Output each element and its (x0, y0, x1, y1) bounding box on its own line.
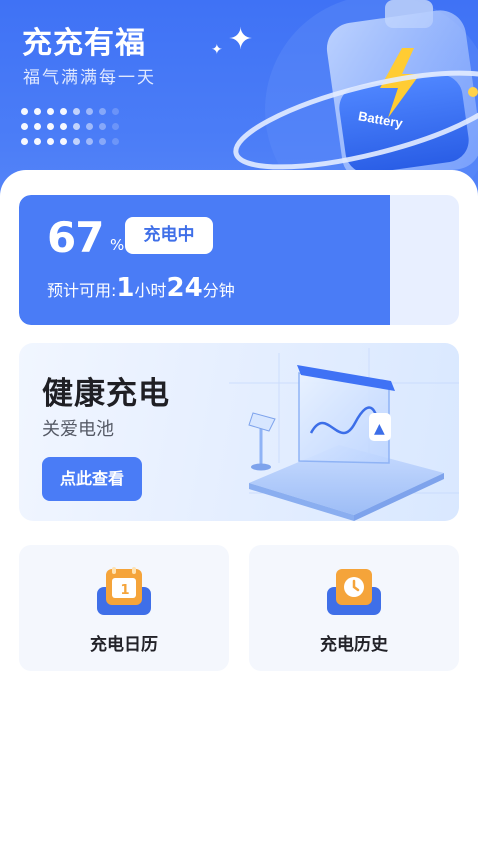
battery-percent-unit: % (110, 236, 125, 254)
remaining-minutes-unit: 分钟 (202, 281, 235, 300)
clock-icon (327, 569, 381, 615)
calendar-icon-day: 1 (121, 583, 130, 598)
charging-history-label: 充电历史 (320, 635, 388, 655)
view-details-button[interactable]: 点此查看 (42, 457, 142, 501)
remaining-time-label: 预计可用: (47, 281, 117, 300)
sparkle-small-icon: ✦ (211, 42, 223, 58)
remaining-minutes: 24 (166, 273, 203, 303)
charging-calendar-label: 充电日历 (90, 635, 158, 655)
remaining-hours-unit: 小时 (134, 281, 167, 300)
charging-status-badge: 充电中 (125, 217, 213, 254)
battery-illustration: Battery (233, 0, 478, 190)
remaining-time: 预计可用: 1 小时 24 分钟 (47, 273, 235, 303)
battery-percent: 67 (47, 213, 104, 262)
charging-calendar-tile[interactable]: 1 充电日历 (19, 545, 229, 671)
healthy-charging-title: 健康充电 (42, 376, 170, 412)
charging-station-illustration: ▲ (229, 348, 459, 521)
healthy-charging-subtitle: 关爱电池 (42, 419, 114, 440)
svg-text:▲: ▲ (374, 421, 385, 437)
charge-status-card: 67 % 充电中 预计可用: 1 小时 24 分钟 (19, 195, 459, 325)
decorative-dot-grid (21, 108, 131, 148)
calendar-icon: 1 (97, 567, 151, 615)
remaining-hours: 1 (116, 273, 135, 303)
healthy-charging-card[interactable]: ▲ 健康充电 关爱电池 点此查看 (19, 343, 459, 521)
charging-history-tile[interactable]: 充电历史 (249, 545, 459, 671)
app-subtitle: 福气满满每一天 (23, 68, 156, 88)
app-title: 充充有福 (22, 26, 146, 61)
